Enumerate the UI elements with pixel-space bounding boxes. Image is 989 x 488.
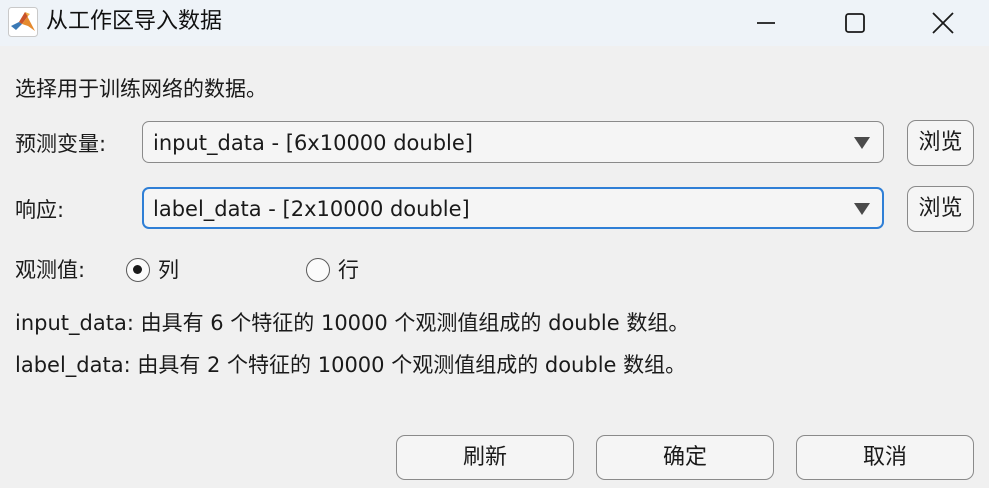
observations-label: 观测值: bbox=[15, 258, 86, 282]
maximize-button[interactable] bbox=[809, 0, 901, 46]
import-dialog: 从工作区导入数据 选择用于训练网络的数据。 预测变量: input_data -… bbox=[0, 0, 989, 488]
dropdown-arrow-icon bbox=[854, 137, 870, 149]
minimize-button[interactable] bbox=[720, 0, 812, 46]
rows-radio-label: 行 bbox=[338, 258, 359, 282]
responses-info-text: label_data: 由具有 2 个特征的 10000 个观测值组成的 dou… bbox=[15, 353, 687, 377]
predictors-info-text: input_data: 由具有 6 个特征的 10000 个观测值组成的 dou… bbox=[15, 311, 690, 335]
maximize-icon bbox=[845, 13, 865, 33]
title-bar[interactable]: 从工作区导入数据 bbox=[0, 0, 989, 46]
dropdown-arrow-icon bbox=[854, 203, 870, 215]
close-button[interactable] bbox=[897, 0, 989, 46]
close-icon bbox=[932, 12, 954, 34]
predictors-dropdown[interactable]: input_data - [6x10000 double] bbox=[142, 121, 884, 163]
instruction-text: 选择用于训练网络的数据。 bbox=[15, 77, 267, 101]
predictors-label: 预测变量: bbox=[15, 132, 107, 156]
predictors-value: input_data - [6x10000 double] bbox=[153, 131, 473, 155]
window-title: 从工作区导入数据 bbox=[46, 9, 223, 34]
matlab-icon bbox=[8, 7, 38, 37]
responses-dropdown[interactable]: label_data - [2x10000 double] bbox=[142, 187, 884, 229]
responses-value: label_data - [2x10000 double] bbox=[153, 197, 470, 221]
columns-radio-label: 列 bbox=[158, 258, 179, 282]
observations-rows-option[interactable]: 行 bbox=[306, 254, 359, 286]
ok-button[interactable]: 确定 bbox=[596, 435, 774, 480]
rows-radio[interactable] bbox=[306, 258, 330, 282]
refresh-button[interactable]: 刷新 bbox=[396, 435, 574, 480]
responses-label: 响应: bbox=[15, 198, 65, 222]
predictors-browse-button[interactable]: 浏览 bbox=[907, 120, 974, 166]
responses-browse-button[interactable]: 浏览 bbox=[907, 186, 974, 232]
cancel-button[interactable]: 取消 bbox=[796, 435, 974, 480]
minimize-icon bbox=[757, 22, 775, 24]
observations-columns-option[interactable]: 列 bbox=[126, 254, 179, 286]
columns-radio[interactable] bbox=[126, 258, 150, 282]
